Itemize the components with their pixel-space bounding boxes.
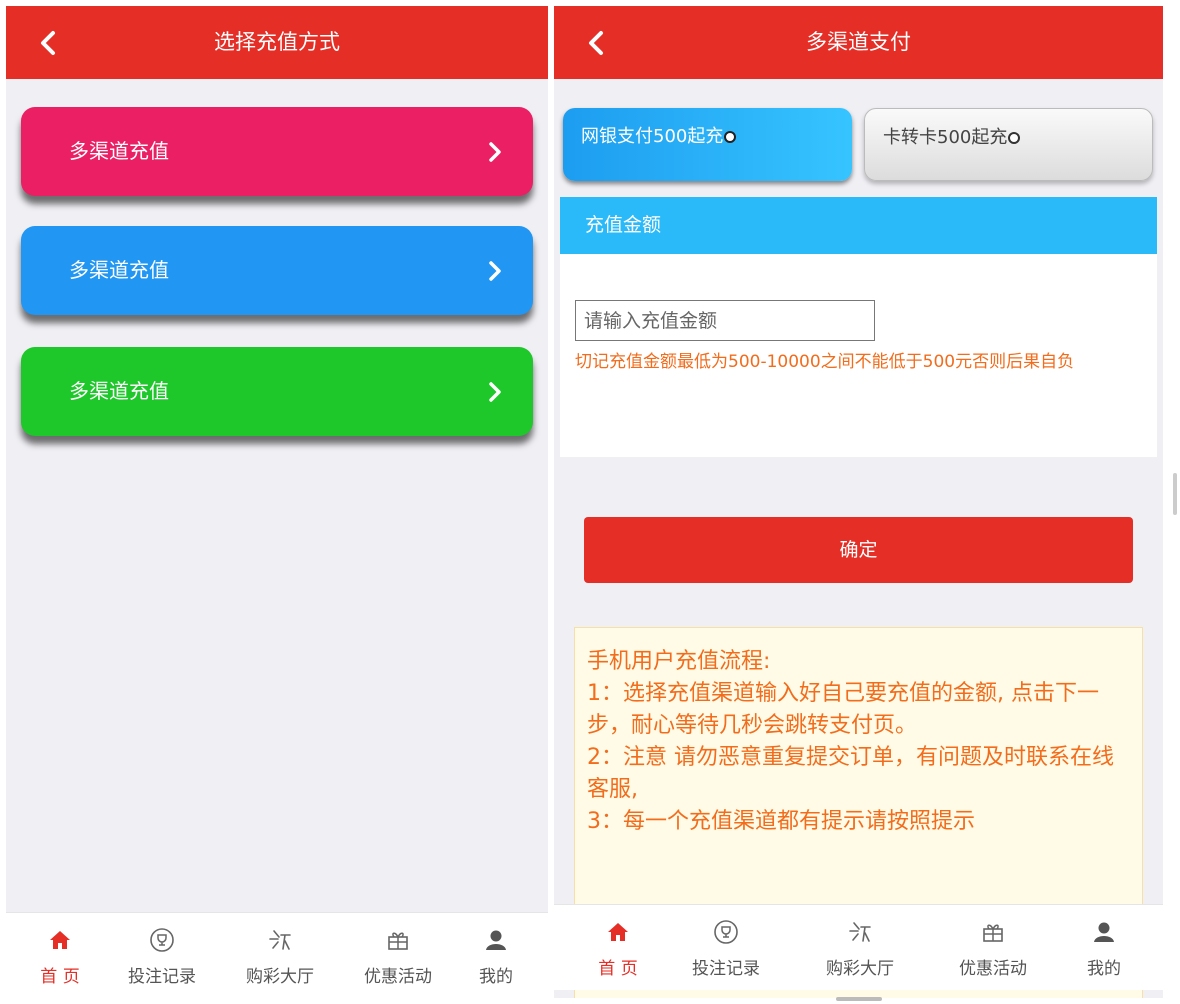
- tab-label: 投注记录: [692, 959, 760, 979]
- recharge-channel-button-3[interactable]: 多渠道充值: [21, 347, 533, 436]
- header-bar: 多渠道支付: [554, 6, 1163, 79]
- tab-bet-records[interactable]: 投注记录: [680, 905, 772, 991]
- tab-home[interactable]: 首 页: [18, 913, 102, 998]
- notice-line: 手机用户充值流程:: [587, 649, 771, 674]
- gift-icon: [983, 924, 1003, 942]
- tab-label: 购彩大厅: [246, 967, 314, 987]
- trophy-icon: [150, 928, 174, 952]
- pay-option-card-transfer[interactable]: 卡转卡500起充: [864, 108, 1153, 181]
- tab-label: 优惠活动: [364, 967, 432, 987]
- recharge-method-screen: 选择充值方式 多渠道充值 多渠道充值 多渠道充值 首 页 投注记录 购彩大厅 优…: [6, 6, 548, 998]
- tab-bet-records[interactable]: 投注记录: [116, 913, 208, 998]
- chevron-right-icon: [489, 382, 501, 402]
- channel-label: 多渠道充值: [69, 379, 169, 403]
- tab-label: 投注记录: [128, 967, 196, 987]
- notice-line: 1：选择充值渠道输入好自己要充值的金额, 点击下一步，耐心等待几秒会跳转支付页。: [587, 681, 1099, 738]
- scrollbar-thumb[interactable]: [1173, 473, 1177, 515]
- confirm-button[interactable]: 确定: [584, 517, 1133, 583]
- lottery-star-icon: [269, 930, 291, 950]
- home-icon: [50, 931, 70, 949]
- notice-line: 3：每一个充值渠道都有提示请按照提示: [587, 809, 975, 834]
- tab-label: 首 页: [598, 959, 638, 979]
- chevron-right-icon: [489, 142, 501, 162]
- tab-mine[interactable]: 我的: [466, 913, 526, 998]
- recharge-channel-button-2[interactable]: 多渠道充值: [21, 226, 533, 315]
- bottom-tab-bar: 首 页 投注记录 购彩大厅 优惠活动 我的: [6, 912, 548, 998]
- multi-channel-payment-screen: 多渠道支付 网银支付500起充 卡转卡500起充 充值金额 切记充值金额最低为5…: [554, 6, 1163, 998]
- radio-icon[interactable]: [724, 131, 737, 143]
- notice-line: 2：注意 请勿恶意重复提交订单，有问题及时联系在线客服,: [587, 745, 1114, 802]
- pay-option-label: 卡转卡500起充: [883, 127, 1008, 148]
- pay-option-label: 网银支付500起充: [581, 126, 724, 147]
- chevron-right-icon: [489, 261, 501, 281]
- gift-icon: [388, 932, 408, 950]
- amount-warning-text: 切记充值金额最低为500-10000之间不能低于500元否则后果自负: [575, 352, 1075, 372]
- recharge-channel-button-1[interactable]: 多渠道充值: [21, 107, 533, 196]
- amount-input[interactable]: [575, 300, 875, 341]
- amount-section: 切记充值金额最低为500-10000之间不能低于500元否则后果自负: [560, 254, 1157, 457]
- amount-section-title: 充值金额: [560, 197, 1157, 254]
- trophy-icon: [714, 920, 738, 944]
- radio-icon[interactable]: [1008, 132, 1021, 144]
- page-title: 选择充值方式: [214, 30, 340, 54]
- channel-label: 多渠道充值: [69, 139, 169, 163]
- channel-label: 多渠道充值: [69, 258, 169, 282]
- tab-label: 首 页: [40, 967, 80, 987]
- page-title: 多渠道支付: [806, 30, 911, 54]
- user-icon: [1094, 922, 1114, 942]
- tab-lottery-hall[interactable]: 购彩大厅: [814, 905, 906, 991]
- tab-lottery-hall[interactable]: 购彩大厅: [234, 913, 326, 998]
- header-bar: 选择充值方式: [6, 6, 548, 79]
- tab-label: 我的: [479, 967, 513, 987]
- tab-mine[interactable]: 我的: [1069, 905, 1139, 991]
- tab-label: 购彩大厅: [826, 959, 894, 979]
- tab-label: 我的: [1087, 959, 1121, 979]
- home-icon: [608, 923, 628, 941]
- tab-home[interactable]: 首 页: [576, 905, 660, 991]
- user-icon: [486, 930, 506, 950]
- tab-promotions[interactable]: 优惠活动: [947, 905, 1039, 991]
- tab-label: 优惠活动: [959, 959, 1027, 979]
- lottery-star-icon: [849, 922, 871, 942]
- bottom-tab-bar: 首 页 投注记录 购彩大厅 优惠活动 我的: [554, 904, 1163, 990]
- home-indicator: [836, 997, 882, 1001]
- tab-promotions[interactable]: 优惠活动: [352, 913, 444, 998]
- pay-option-online-bank[interactable]: 网银支付500起充: [563, 108, 852, 181]
